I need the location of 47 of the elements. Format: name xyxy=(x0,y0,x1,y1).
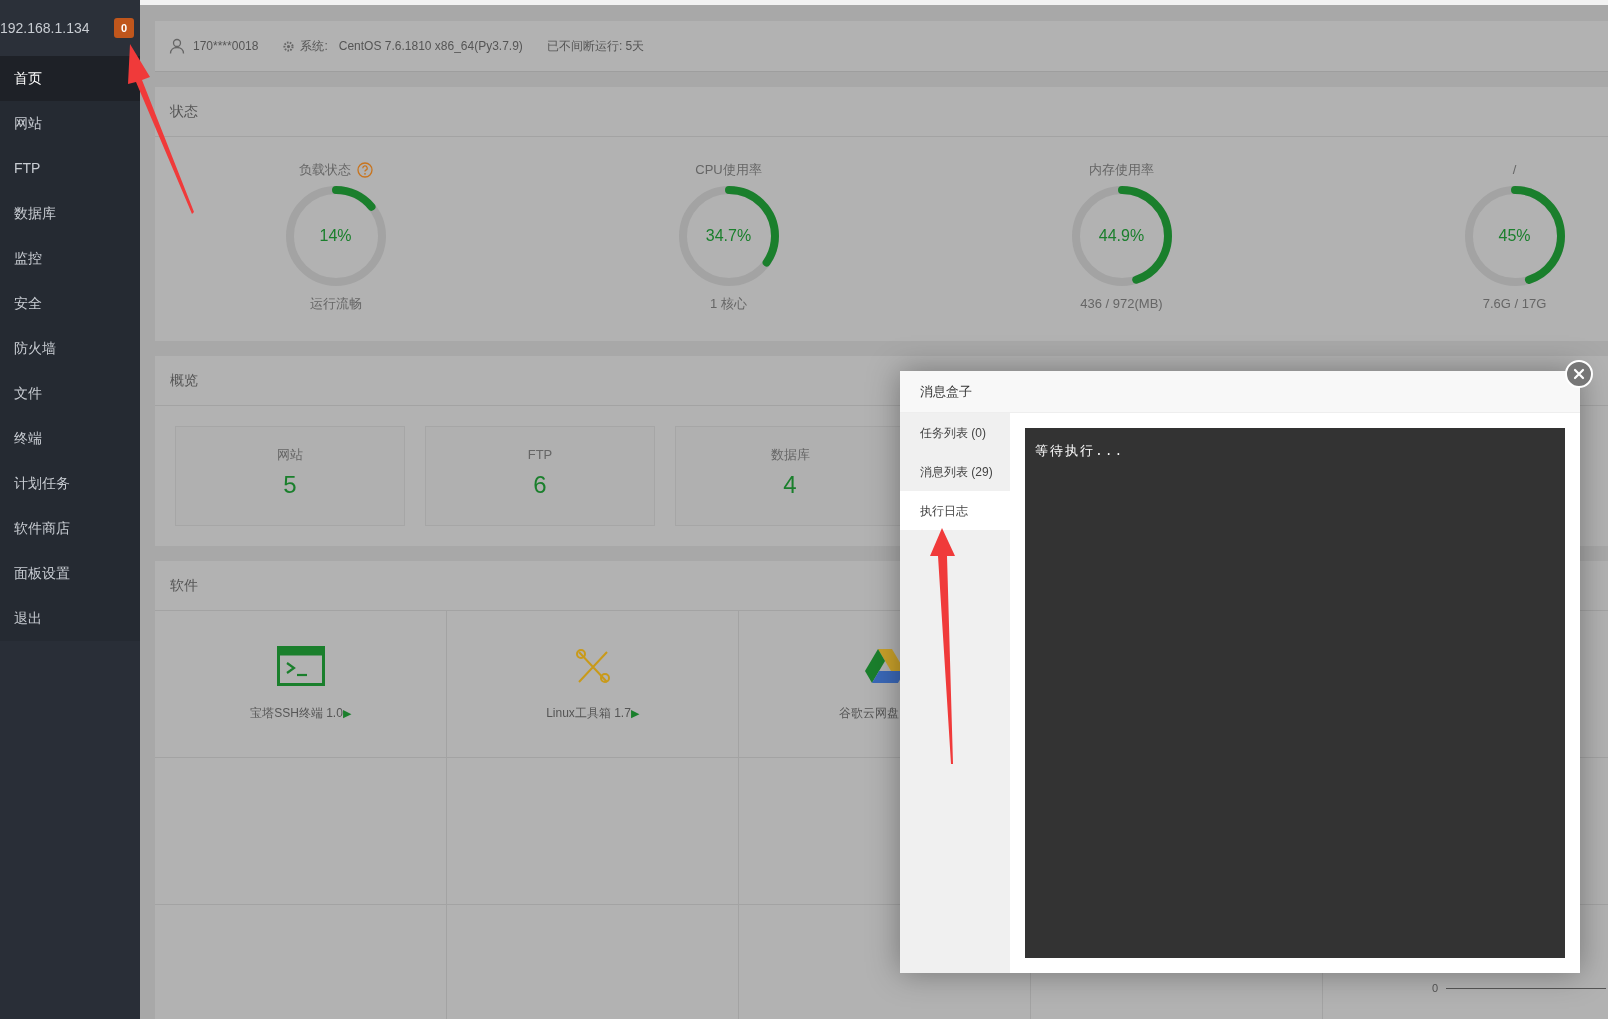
dialog-tab[interactable]: 执行日志 xyxy=(900,491,1010,530)
gauge-label: 内存使用率 xyxy=(1089,161,1154,180)
sidebar-item[interactable]: 软件商店 xyxy=(0,506,140,551)
sidebar-item[interactable]: 安全 xyxy=(0,281,140,326)
stat-value: 5 xyxy=(283,470,297,499)
gauge-value: 45% xyxy=(1498,226,1531,246)
stat-label: 数据库 xyxy=(770,446,810,464)
sidebar-item[interactable]: FTP xyxy=(0,146,140,191)
stat-label: FTP xyxy=(527,446,553,464)
user-account: 170****0018 xyxy=(193,38,259,55)
uptime-text: 已不间断运行: 5天 xyxy=(546,38,645,55)
stat-value: 4 xyxy=(783,470,797,499)
gauge-value: 44.9% xyxy=(1098,226,1145,246)
sidebar-item[interactable]: 计划任务 xyxy=(0,461,140,506)
gauge-caption: 436 / 972(MB) xyxy=(1080,295,1163,313)
sidebar-item[interactable]: 防火墙 xyxy=(0,326,140,371)
gauge-value: 34.7% xyxy=(705,226,752,246)
panel-title: 状态 xyxy=(170,102,198,121)
gauge-label: 负载状态 xyxy=(298,161,351,180)
sidebar-item[interactable]: 首页 xyxy=(0,56,140,101)
gauge-label: / xyxy=(1512,161,1517,180)
panel-title: 概览 xyxy=(170,371,198,390)
software-link[interactable]: 谷歌云网盘 xyxy=(839,704,899,722)
sidebar-item[interactable]: 终端 xyxy=(0,416,140,461)
message-count-badge[interactable]: 0 xyxy=(114,18,134,38)
gauge-caption: 运行流畅 xyxy=(309,295,362,313)
software-link[interactable]: 宝塔SSH终端 1.0 xyxy=(250,704,343,722)
sidebar-item[interactable]: 网站 xyxy=(0,101,140,146)
software-link[interactable]: Linux工具箱 1.7 xyxy=(546,704,631,722)
log-text: 等待执行... xyxy=(1035,444,1125,459)
stat-label: 网站 xyxy=(277,446,303,464)
gauge-caption: 7.6G / 17G xyxy=(1482,295,1547,313)
sidebar-item[interactable]: 退出 xyxy=(0,596,140,641)
system-info: CentOS 7.6.1810 x86_64(Py3.7.9) xyxy=(338,38,523,55)
sidebar-item[interactable]: 面板设置 xyxy=(0,551,140,596)
server-address: 192.168.1.134 xyxy=(0,18,90,38)
sidebar-item[interactable]: 文件 xyxy=(0,371,140,416)
panel-title: 软件 xyxy=(170,576,198,595)
sidebar-item[interactable]: 数据库 xyxy=(0,191,140,236)
system-label: 系统: xyxy=(300,38,328,55)
axis-label: 0 xyxy=(1432,981,1439,996)
gauge-label: CPU使用率 xyxy=(695,161,762,180)
dialog-title: 消息盒子 xyxy=(920,382,972,401)
gauge-value: 14% xyxy=(319,226,352,246)
stat-value: 6 xyxy=(533,470,547,499)
sidebar-item[interactable]: 监控 xyxy=(0,236,140,281)
gauge-caption: 1 核心 xyxy=(710,295,747,313)
